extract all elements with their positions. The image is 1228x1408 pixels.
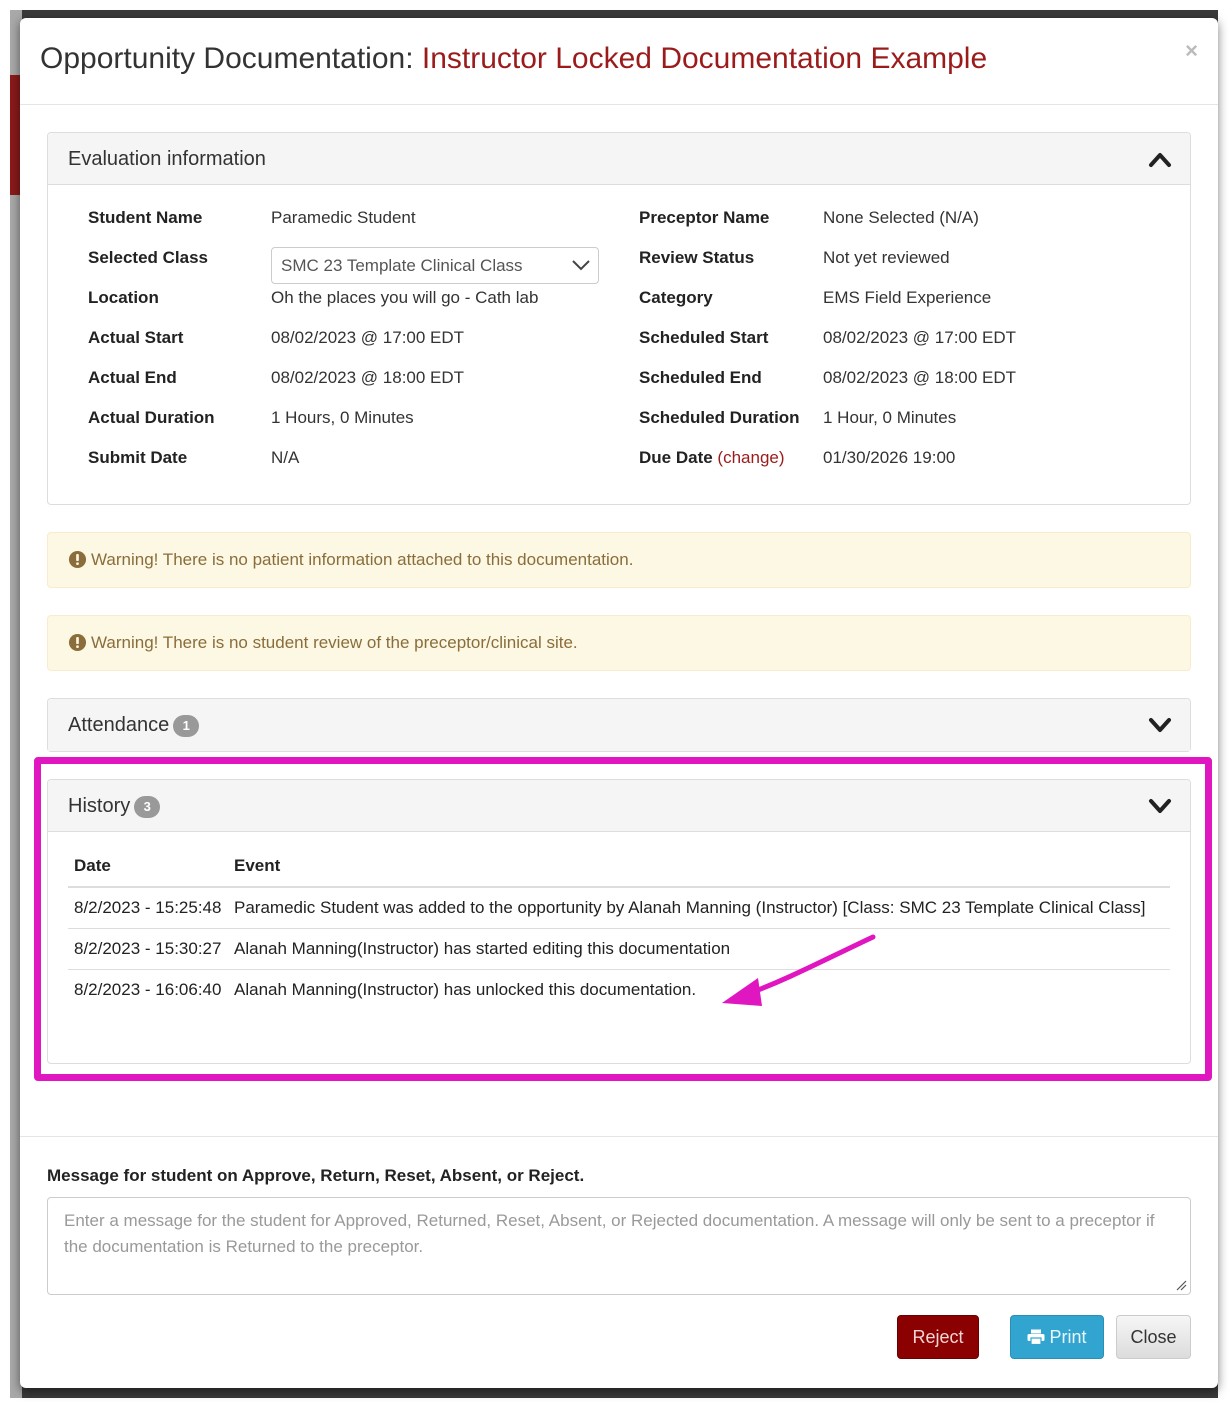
attendance-panel-heading[interactable]: Attendance 1 xyxy=(48,699,1190,751)
table-header-divider xyxy=(68,886,1170,888)
history-title-text: History xyxy=(68,795,131,817)
attendance-panel: Attendance 1 xyxy=(47,698,1191,752)
scheduled-end-value: 08/02/2023 @ 18:00 EDT xyxy=(823,368,1017,387)
due-date-value: 01/30/2026 19:00 xyxy=(823,448,956,467)
evaluation-panel-title: Evaluation information xyxy=(68,148,266,170)
actual-start-label: Actual Start xyxy=(88,328,184,347)
row-divider xyxy=(68,928,1170,929)
evaluation-panel-heading[interactable]: Evaluation information xyxy=(48,133,1190,185)
actual-end-label: Actual End xyxy=(88,368,177,387)
history-event-cell: Paramedic Student was added to the oppor… xyxy=(234,898,1146,917)
student-message-textarea[interactable]: Enter a message for the student for Appr… xyxy=(47,1197,1191,1295)
evaluation-panel: Evaluation information Student Name Para… xyxy=(47,132,1191,505)
print-button-label: Print xyxy=(1049,1327,1087,1347)
attendance-count-badge: 1 xyxy=(173,714,200,737)
reject-button[interactable]: Reject xyxy=(897,1315,979,1359)
row-divider xyxy=(68,969,1170,970)
chevron-down-icon[interactable] xyxy=(1148,797,1172,815)
chevron-down-icon[interactable] xyxy=(1148,716,1172,734)
exclamation-circle-icon xyxy=(68,550,87,569)
location-label: Location xyxy=(88,288,159,307)
close-button[interactable]: Close xyxy=(1116,1315,1191,1359)
student-name-label: Student Name xyxy=(88,208,203,227)
preceptor-name-label: Preceptor Name xyxy=(639,208,770,227)
review-status-label: Review Status xyxy=(639,248,755,267)
modal-header: Opportunity Documentation: Instructor Lo… xyxy=(20,18,1218,105)
history-event-cell: Alanah Manning(Instructor) has unlocked … xyxy=(234,980,697,999)
modal-footer-divider xyxy=(20,1136,1218,1137)
due-date-label: Due Date xyxy=(639,448,713,467)
change-due-date-link[interactable]: (change) xyxy=(717,448,784,467)
submit-date-label: Submit Date xyxy=(88,448,188,467)
actual-start-value: 08/02/2023 @ 17:00 EDT xyxy=(271,328,465,347)
attendance-panel-title: Attendance 1 xyxy=(68,714,200,737)
history-date-cell: 8/2/2023 - 15:25:48 xyxy=(74,898,222,917)
history-panel: History 3 Date Event 8/2/2023 - 15:25:48 … xyxy=(47,779,1191,1064)
due-date-label-group: Due Date (change) xyxy=(639,448,785,468)
resize-handle-icon[interactable] xyxy=(1175,1279,1187,1291)
preceptor-name-value: None Selected (N/A) xyxy=(823,208,979,227)
chevron-up-icon[interactable] xyxy=(1148,150,1172,168)
scheduled-end-label: Scheduled End xyxy=(639,368,762,387)
column-header-event: Event xyxy=(234,856,281,875)
student-name-value: Paramedic Student xyxy=(271,208,416,227)
student-message-placeholder: Enter a message for the student for Appr… xyxy=(64,1211,1155,1256)
actual-duration-value: 1 Hours, 0 Minutes xyxy=(271,408,414,427)
opportunity-name: Instructor Locked Documentation Example xyxy=(421,42,988,75)
history-date-cell: 8/2/2023 - 15:30:27 xyxy=(74,939,222,958)
actual-duration-label: Actual Duration xyxy=(88,408,215,427)
history-panel-heading[interactable]: History 3 xyxy=(48,780,1190,832)
review-status-value: Not yet reviewed xyxy=(823,248,950,267)
selected-class-value: SMC 23 Template Clinical Class xyxy=(281,256,523,275)
history-date-cell: 8/2/2023 - 16:06:40 xyxy=(74,980,222,999)
chevron-down-icon xyxy=(572,260,590,271)
history-event-cell: Alanah Manning(Instructor) has started e… xyxy=(234,939,731,958)
exclamation-circle-icon xyxy=(68,633,87,652)
selected-class-label: Selected Class xyxy=(88,248,209,267)
scheduled-duration-value: 1 Hour, 0 Minutes xyxy=(823,408,957,427)
scheduled-start-value: 08/02/2023 @ 17:00 EDT xyxy=(823,328,1017,347)
category-label: Category xyxy=(639,288,713,307)
history-count-badge: 3 xyxy=(134,795,161,818)
category-value: EMS Field Experience xyxy=(823,288,992,307)
actual-end-value: 08/02/2023 @ 18:00 EDT xyxy=(271,368,465,387)
scheduled-start-label: Scheduled Start xyxy=(639,328,769,347)
warning-alert-patient: Warning! There is no patient information… xyxy=(47,532,1191,588)
location-value: Oh the places you will go - Cath lab xyxy=(271,288,539,307)
print-icon xyxy=(1027,1329,1045,1345)
warning-text: Warning! There is no student review of t… xyxy=(91,633,578,652)
modal-title-prefix: Opportunity Documentation: xyxy=(40,42,422,75)
evaluation-fields: Student Name Paramedic Student Selected … xyxy=(48,185,1190,505)
submit-date-value: N/A xyxy=(271,448,300,467)
student-message-label: Message for student on Approve, Return, … xyxy=(47,1166,585,1185)
column-header-date: Date xyxy=(74,856,111,875)
modal-title: Opportunity Documentation: Instructor Lo… xyxy=(40,42,987,76)
history-panel-title: History 3 xyxy=(68,795,161,818)
selected-class-select[interactable]: SMC 23 Template Clinical Class xyxy=(271,247,599,284)
warning-alert-review: Warning! There is no student review of t… xyxy=(47,615,1191,671)
close-icon[interactable]: × xyxy=(1185,38,1198,64)
attendance-title-text: Attendance xyxy=(68,714,170,736)
warning-text: Warning! There is no patient information… xyxy=(91,550,634,569)
documentation-modal: Opportunity Documentation: Instructor Lo… xyxy=(20,18,1218,1388)
scheduled-duration-label: Scheduled Duration xyxy=(639,408,800,427)
print-button[interactable]: Print xyxy=(1010,1315,1104,1359)
